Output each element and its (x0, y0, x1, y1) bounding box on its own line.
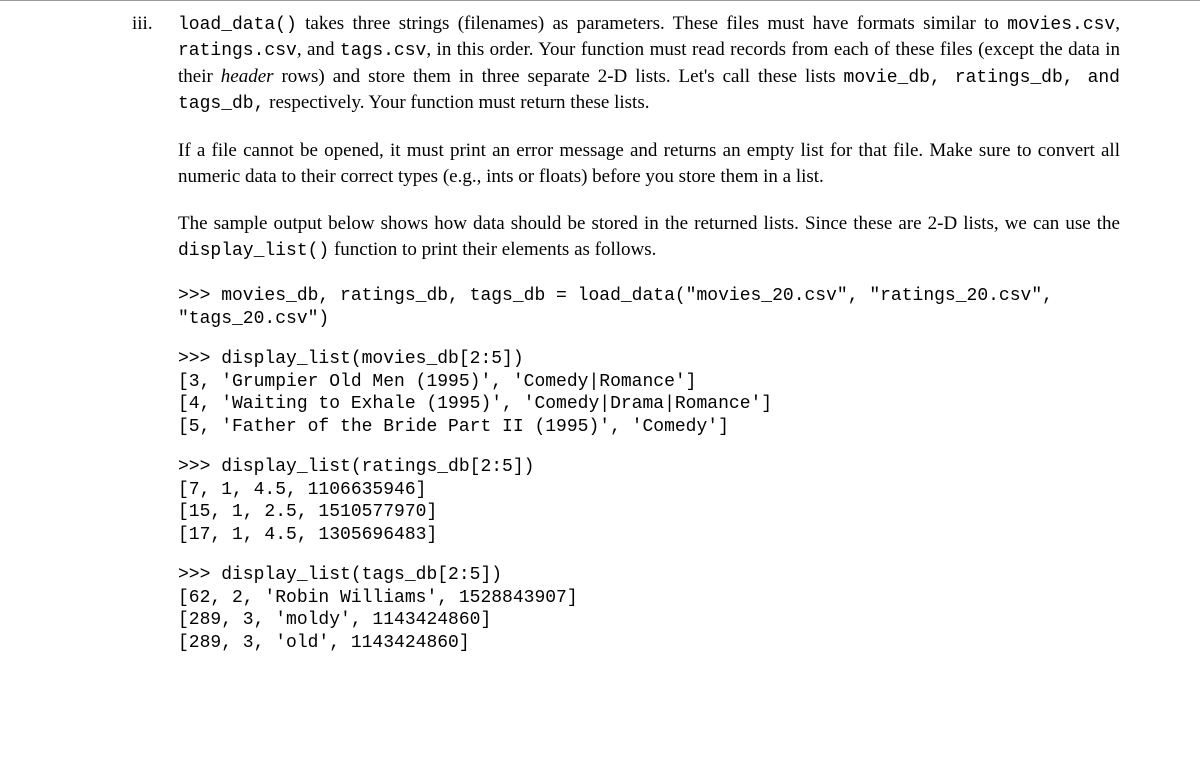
paragraph-1: load_data() takes three strings (filenam… (178, 11, 1120, 116)
code-block-tags: >>> display_list(tags_db[2:5]) [62, 2, '… (178, 564, 1120, 654)
code-block-load: >>> movies_db, ratings_db, tags_db = loa… (178, 285, 1120, 330)
code-inline: movies.csv (1007, 15, 1115, 35)
text: , and (297, 39, 340, 60)
italic-text: header (221, 66, 274, 87)
document-page: iii. load_data() takes three strings (fi… (0, 1, 1200, 672)
code-inline: ratings.csv (178, 41, 297, 61)
code-inline: display_list() (178, 241, 329, 261)
item-marker: iii. (130, 11, 178, 37)
code-inline: load_data() (178, 15, 297, 35)
text: rows) and store them in three separate 2… (274, 66, 844, 87)
code-block-movies: >>> display_list(movies_db[2:5]) [3, 'Gr… (178, 348, 1120, 438)
code-inline: tags.csv (340, 41, 426, 61)
text: function to print their elements as foll… (329, 239, 656, 260)
item-body: load_data() takes three strings (filenam… (178, 11, 1120, 672)
text: , (1115, 13, 1120, 34)
text: The sample output below shows how data s… (178, 213, 1120, 234)
text: respectively. Your function must return … (264, 92, 649, 113)
code-block-ratings: >>> display_list(ratings_db[2:5]) [7, 1,… (178, 456, 1120, 546)
text: takes three strings (filenames) as param… (297, 13, 1007, 34)
paragraph-3: The sample output below shows how data s… (178, 211, 1120, 263)
paragraph-2: If a file cannot be opened, it must prin… (178, 138, 1120, 189)
list-item: iii. load_data() takes three strings (fi… (130, 11, 1120, 672)
